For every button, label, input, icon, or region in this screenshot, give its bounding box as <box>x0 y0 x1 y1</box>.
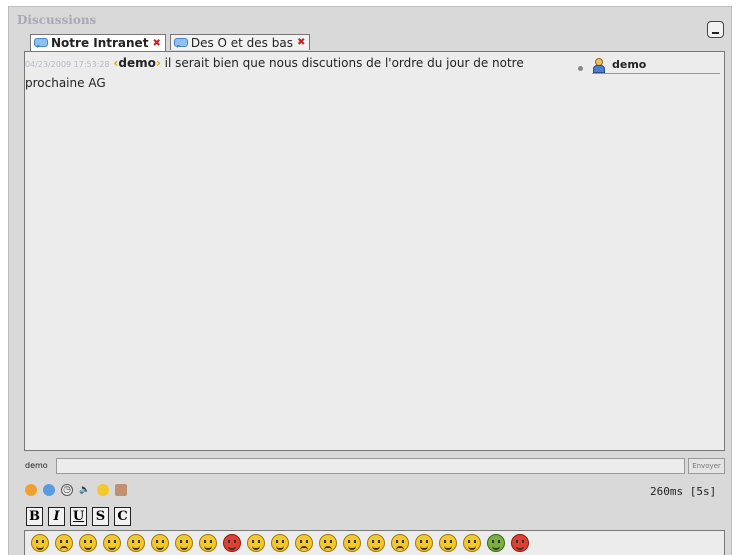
nick-label: demo <box>25 461 48 470</box>
message-timestamp: 04/23/2009 17:53:28 <box>25 60 110 69</box>
smile-icon[interactable] <box>31 534 49 552</box>
devil-icon[interactable] <box>511 534 529 552</box>
clock-icon[interactable]: ◷ <box>61 484 73 496</box>
sad-icon[interactable] <box>55 534 73 552</box>
chat-message: 04/23/2009 17:53:28 ‹demo› il serait bie… <box>25 54 580 93</box>
scroll-indicator <box>578 66 583 71</box>
cry-icon[interactable] <box>319 534 337 552</box>
sleepy-icon[interactable] <box>295 534 313 552</box>
surprised-icon[interactable] <box>151 534 169 552</box>
world-icon[interactable] <box>43 484 55 496</box>
chat-bubble-icon <box>173 37 188 48</box>
cool-icon[interactable] <box>175 534 193 552</box>
angry-icon[interactable] <box>223 534 241 552</box>
smiley-icon[interactable] <box>97 484 109 496</box>
minimize-button[interactable] <box>707 21 724 38</box>
user-icon[interactable] <box>115 484 127 496</box>
shocked-icon[interactable] <box>199 534 217 552</box>
latency-indicator: 260ms [5s] <box>650 485 717 498</box>
color-palette-icon[interactable] <box>25 484 37 496</box>
speaker-icon[interactable]: 🔈 <box>79 484 91 496</box>
color-button[interactable]: C <box>114 507 131 526</box>
underline-button[interactable]: U <box>70 507 87 526</box>
message-input[interactable] <box>56 458 685 474</box>
nerd-icon[interactable] <box>247 534 265 552</box>
user-list: demo <box>586 51 725 451</box>
close-tab-icon[interactable]: ✖ <box>297 37 305 48</box>
tab-label: Des O et des bas <box>190 35 293 50</box>
chat-message-area[interactable]: 04/23/2009 17:53:28 ‹demo› il serait bie… <box>24 51 587 451</box>
message-nick[interactable]: demo <box>118 56 155 70</box>
chat-bubble-icon <box>34 38 48 48</box>
blush-icon[interactable] <box>271 534 289 552</box>
tab-label: Notre Intranet <box>51 36 149 50</box>
send-button[interactable]: Envoyer <box>688 458 725 474</box>
love-icon[interactable] <box>415 534 433 552</box>
panel-title: Discussions <box>17 13 97 27</box>
confused-icon[interactable] <box>391 534 409 552</box>
tab-des-o-et-des-bas[interactable]: Des O et des bas ✖ <box>169 34 311 50</box>
party-icon[interactable] <box>463 534 481 552</box>
grin-icon[interactable] <box>79 534 97 552</box>
user-name: demo <box>612 58 647 71</box>
smiley-bar <box>24 530 725 555</box>
wink-icon[interactable] <box>127 534 145 552</box>
laugh-icon[interactable] <box>343 534 361 552</box>
sick-icon[interactable] <box>487 534 505 552</box>
close-tab-icon[interactable]: ✖ <box>152 38 160 49</box>
user-icon <box>592 58 605 73</box>
user-list-item[interactable]: demo <box>592 56 720 74</box>
italic-button[interactable]: I <box>48 507 65 526</box>
strike-button[interactable]: S <box>92 507 109 526</box>
format-toolbar: B I U S C <box>26 507 131 526</box>
toolbar-icons: ◷ 🔈 <box>25 484 127 496</box>
tab-notre-intranet[interactable]: Notre Intranet ✖ <box>30 34 166 51</box>
kiss-icon[interactable] <box>367 534 385 552</box>
bold-button[interactable]: B <box>26 507 43 526</box>
tab-bar: Notre Intranet ✖ Des O et des bas ✖ <box>30 34 314 51</box>
evil-icon[interactable] <box>439 534 457 552</box>
tongue-icon[interactable] <box>103 534 121 552</box>
